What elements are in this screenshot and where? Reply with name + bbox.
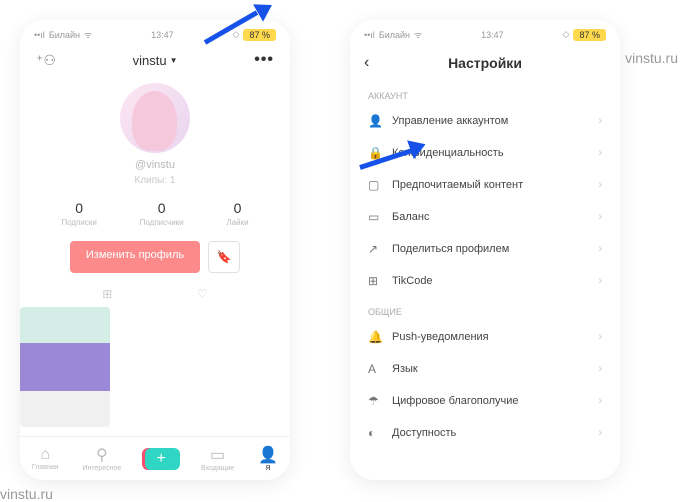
time-label: 13:47 <box>151 30 174 40</box>
add-person-icon[interactable]: ⁺⚇ <box>36 52 56 69</box>
time-label: 13:47 <box>481 30 504 40</box>
video-thumbnail[interactable] <box>20 307 110 427</box>
create-button[interactable]: + <box>145 448 177 470</box>
nav-home[interactable]: ⌂ Главная <box>32 446 59 471</box>
setting-language[interactable]: AЯзык › <box>350 353 620 385</box>
setting-manage-account[interactable]: 👤Управление аккаунтом › <box>350 105 620 137</box>
carrier-label: Билайн <box>49 30 80 40</box>
chevron-right-icon: › <box>598 243 602 255</box>
setting-tikcode[interactable]: ⊞TikCode › <box>350 265 620 297</box>
nav-discover[interactable]: ⚲ Интересное <box>82 445 121 472</box>
nav-profile[interactable]: 👤 Я <box>258 445 278 472</box>
status-bar: ••ıl Билайн ᯤ 13:47 ◇ 87 % <box>20 20 290 45</box>
setting-privacy[interactable]: 🔒Конфиденциальность › <box>350 137 620 169</box>
inbox-icon: ▭ <box>201 445 234 465</box>
signal-icon: ••ıl <box>364 30 375 40</box>
setting-wellbeing[interactable]: ☂Цифровое благополучие › <box>350 385 620 417</box>
status-bar: ••ıl Билайн ᯤ 13:47 ◇ 87 % <box>350 20 620 45</box>
watermark: vinstu.ru <box>625 50 678 66</box>
avatar[interactable] <box>120 83 190 153</box>
video-icon: ▢ <box>368 178 382 192</box>
profile-screen: ••ıl Билайн ᯤ 13:47 ◇ 87 % ⁺⚇ vinstu ▼ •… <box>20 20 290 480</box>
search-icon: ⚲ <box>82 445 121 465</box>
signal-icon: ••ıl <box>34 30 45 40</box>
person-icon: 👤 <box>368 114 382 128</box>
chevron-right-icon: › <box>598 115 602 127</box>
qr-icon: ⊞ <box>368 274 382 288</box>
home-icon: ⌂ <box>32 446 59 464</box>
grid-tab-icon[interactable]: ⊞ <box>102 287 112 301</box>
battery-badge: 87 % <box>573 29 606 41</box>
person-icon: 👤 <box>258 445 278 465</box>
settings-title: Настройки <box>448 55 522 71</box>
share-icon: ↗ <box>368 242 382 256</box>
location-icon: ◇ <box>563 29 570 40</box>
chevron-right-icon: › <box>598 395 602 407</box>
wifi-icon: ᯤ <box>84 28 92 41</box>
chevron-right-icon: › <box>598 147 602 159</box>
bottom-nav: ⌂ Главная ⚲ Интересное + ▭ Входящие 👤 Я <box>20 436 290 480</box>
settings-screen: ••ıl Билайн ᯤ 13:47 ◇ 87 % ‹ Настройки А… <box>350 20 620 480</box>
handle-text: @vinstu <box>20 159 290 171</box>
chevron-right-icon: › <box>598 427 602 439</box>
chevron-right-icon: › <box>598 331 602 343</box>
username-text: vinstu <box>133 53 167 68</box>
more-icon[interactable]: ••• <box>254 51 274 69</box>
bell-icon: 🔔 <box>368 330 382 344</box>
account-section-label: АККАУНТ <box>350 81 620 105</box>
chevron-right-icon: › <box>598 363 602 375</box>
carrier-label: Билайн <box>379 30 410 40</box>
nav-inbox[interactable]: ▭ Входящие <box>201 445 234 472</box>
stats-row: 0 Подписки 0 Подписчики 0 Лайки <box>20 200 290 227</box>
setting-share[interactable]: ↗Поделиться профилем › <box>350 233 620 265</box>
setting-push[interactable]: 🔔Push-уведомления › <box>350 321 620 353</box>
chevron-right-icon: › <box>598 275 602 287</box>
username-dropdown[interactable]: vinstu ▼ <box>133 53 178 68</box>
liked-tab-icon[interactable]: ♡ <box>197 287 208 301</box>
profile-header: ⁺⚇ vinstu ▼ ••• <box>20 45 290 75</box>
chevron-right-icon: › <box>598 211 602 223</box>
accessibility-icon: ◐ <box>368 426 382 440</box>
umbrella-icon: ☂ <box>368 394 382 408</box>
stat-likes[interactable]: 0 Лайки <box>226 200 248 227</box>
battery-badge: 87 % <box>243 29 276 41</box>
edit-profile-button[interactable]: Изменить профиль <box>70 241 200 273</box>
stat-followers[interactable]: 0 Подписчики <box>140 200 184 227</box>
wallet-icon: ▭ <box>368 210 382 224</box>
bookmark-button[interactable]: 🔖 <box>208 241 240 273</box>
stat-following[interactable]: 0 Подписки <box>61 200 96 227</box>
location-icon: ◇ <box>233 29 240 40</box>
chevron-right-icon: › <box>598 179 602 191</box>
general-section-label: ОБЩИЕ <box>350 297 620 321</box>
wifi-icon: ᯤ <box>414 28 422 41</box>
setting-accessibility[interactable]: ◐Доступность › <box>350 417 620 449</box>
setting-content[interactable]: ▢Предпочитаемый контент › <box>350 169 620 201</box>
lock-icon: 🔒 <box>368 146 382 160</box>
language-icon: A <box>368 362 382 376</box>
settings-header: ‹ Настройки <box>350 45 620 81</box>
setting-balance[interactable]: ▭Баланс › <box>350 201 620 233</box>
chevron-down-icon: ▼ <box>170 56 178 65</box>
back-button[interactable]: ‹ <box>364 54 369 72</box>
clips-count: Клипы: 1 <box>20 175 290 186</box>
